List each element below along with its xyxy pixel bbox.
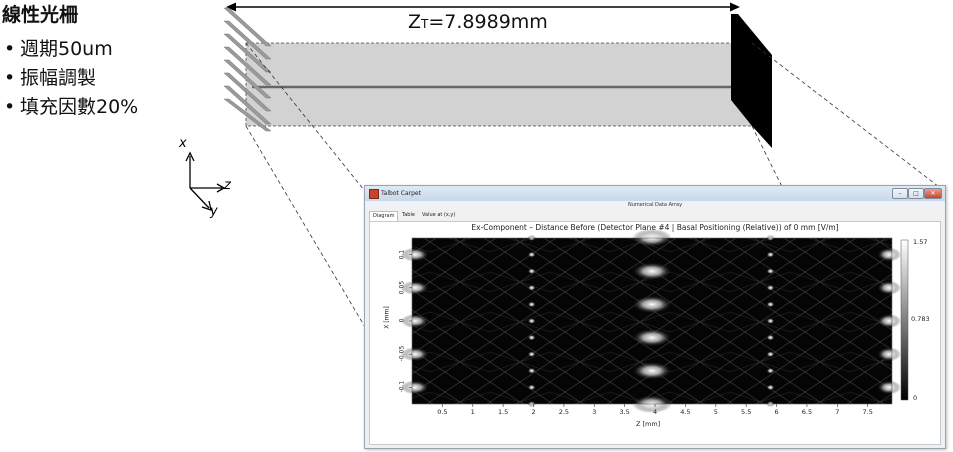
self-image-spot <box>876 314 901 328</box>
maximize-button[interactable]: □ <box>908 188 924 199</box>
half-talbot-spot <box>632 328 672 347</box>
propagation-region <box>245 42 753 127</box>
y-ticks <box>409 254 412 388</box>
x-axis-title: Z [mm] <box>636 420 661 428</box>
self-image-spot <box>876 280 901 295</box>
talbot-carpet-window: Talbot Carpet – □ ✕ Numerical Data Array… <box>364 185 946 449</box>
tab-diagram[interactable]: Diagram <box>369 211 399 221</box>
fractional-spot <box>766 334 775 341</box>
x-tick-label: 1 <box>470 408 475 416</box>
x-tick-label: 7.5 <box>862 408 873 416</box>
fractional-spot <box>527 367 536 374</box>
x-tick-label: 3.5 <box>619 408 630 416</box>
x-tick-label: 6.5 <box>801 408 813 416</box>
fractional-spot <box>766 284 775 291</box>
x-tick-label: 5.5 <box>741 408 752 416</box>
tab-value-at[interactable]: Value at (x,y) <box>419 211 458 220</box>
window-titlebar[interactable]: Talbot Carpet – □ ✕ <box>365 186 945 201</box>
y-tick-label: 0 <box>398 318 406 323</box>
self-image-spot <box>876 380 901 395</box>
window-subtitle: Numerical Data Array <box>365 201 945 210</box>
fractional-spot <box>766 351 775 358</box>
fractional-spot <box>766 384 775 391</box>
x-tick-label: 2 <box>531 408 536 416</box>
close-button[interactable]: ✕ <box>924 188 942 199</box>
fractional-spot <box>766 268 775 275</box>
plot-area: Ex-Component – Distance Before (Detector… <box>369 221 941 445</box>
talbot-length-arrow <box>226 2 740 12</box>
y-axis-title: X [mm] <box>383 306 391 329</box>
x-tick-label: 4.5 <box>680 408 691 416</box>
y-tick-label: 0.05 <box>398 280 406 294</box>
x-tick-label: 3 <box>592 408 597 416</box>
fractional-spot <box>527 351 536 358</box>
x-tick-label: 7 <box>835 408 840 416</box>
coordinate-axes <box>185 151 226 211</box>
minimize-button[interactable]: – <box>892 188 908 199</box>
half-talbot-spot <box>632 361 672 380</box>
self-image-spot <box>876 347 901 362</box>
detector-plane <box>731 14 772 148</box>
y-tick-label: -0.05 <box>398 345 406 362</box>
axis-y-label: y <box>210 204 218 219</box>
half-talbot-spot <box>632 295 672 314</box>
fractional-spot <box>527 384 536 391</box>
x-tick-label: 4 <box>652 408 658 416</box>
x-tick-label: 6 <box>774 408 779 416</box>
fractional-spot <box>527 318 536 324</box>
colorbar-label-mid: 0.783 <box>911 315 930 323</box>
colorbar-label-max: 1.57 <box>913 238 928 246</box>
half-talbot-spot <box>632 262 672 281</box>
y-tick-label: -0.1 <box>398 381 406 393</box>
fractional-spot <box>527 334 536 341</box>
fractional-spot <box>527 301 536 308</box>
fractional-spot <box>527 251 536 258</box>
fractional-spot <box>766 301 775 308</box>
self-image-spot <box>876 247 901 262</box>
colorbar <box>900 239 909 401</box>
fractional-spot <box>527 284 536 291</box>
app-icon <box>369 189 379 199</box>
colorbar-label-min: 0 <box>913 394 918 402</box>
x-tick-label: 2.5 <box>558 408 570 416</box>
fractional-spot <box>527 268 536 275</box>
fractional-spot <box>766 367 775 374</box>
x-tick-label: 5 <box>713 408 718 416</box>
y-tick-label: 0.1 <box>398 249 406 259</box>
tab-table[interactable]: Table <box>399 211 418 220</box>
axis-x-label: x <box>179 136 187 151</box>
fractional-spot <box>766 251 775 258</box>
axis-z-label: z <box>224 178 231 193</box>
x-tick-label: 0.5 <box>437 408 448 416</box>
window-title: Talbot Carpet <box>381 190 421 197</box>
x-ticks <box>442 404 868 407</box>
x-tick-label: 1.5 <box>497 408 509 416</box>
fractional-spot <box>766 318 775 324</box>
